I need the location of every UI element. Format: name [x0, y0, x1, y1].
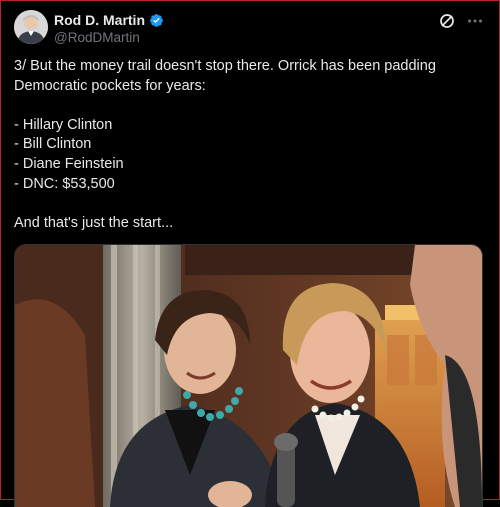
tweet-text-line: - Diane Feinstein [14, 155, 124, 172]
author-avatar[interactable] [14, 10, 48, 44]
tweet-text-line: Democratic pockets for years: [14, 77, 206, 94]
more-horizontal-icon[interactable] [466, 12, 484, 30]
tweet-media-photo[interactable] [14, 244, 483, 507]
verified-badge-icon [150, 13, 163, 27]
display-name[interactable]: Rod D. Martin [54, 12, 145, 28]
tweet-text-line: 3/ But the money trail doesn't stop ther… [14, 58, 436, 74]
tweet-text: 3/ But the money trail doesn't stop ther… [14, 57, 484, 233]
header-actions [438, 12, 484, 30]
photo-image [15, 245, 482, 507]
slash-circle-icon[interactable] [438, 12, 456, 30]
tweet-text-gap [14, 96, 484, 116]
tweet-text-line: - Bill Clinton [14, 136, 92, 153]
tweet-text-line: - DNC: $53,500 [14, 175, 115, 192]
tweet-header: Rod D. Martin @RodDMartin [14, 10, 486, 46]
tweet-text-line: And that's just the start... [14, 214, 174, 231]
author-handle[interactable]: @RodDMartin [54, 30, 164, 45]
avatar-photo-icon [14, 10, 48, 44]
display-name-row: Rod D. Martin [54, 11, 164, 29]
author-names: Rod D. Martin @RodDMartin [54, 11, 164, 45]
tweet-text-line: - Hillary Clinton [14, 116, 113, 133]
tweet-text-gap [14, 194, 484, 214]
